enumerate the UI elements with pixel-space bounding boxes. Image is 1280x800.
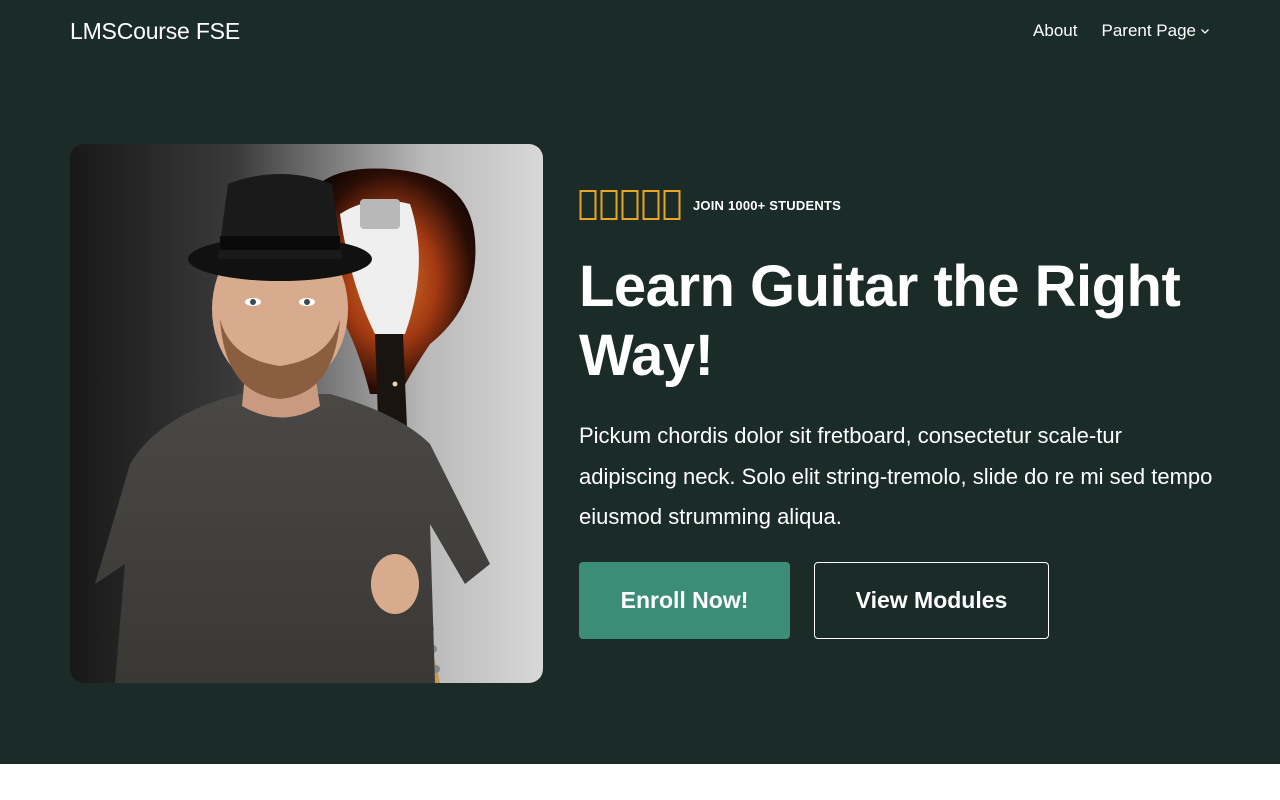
site-title[interactable]: LMSCourse FSE — [70, 15, 240, 47]
hero-image — [70, 144, 543, 683]
view-modules-button[interactable]: View Modules — [814, 562, 1049, 639]
main-nav: About Parent Page — [1033, 19, 1210, 43]
star-icon — [663, 190, 681, 220]
star-icon — [642, 190, 660, 220]
star-rating — [579, 189, 681, 221]
nav-item-parent-page[interactable]: Parent Page — [1101, 19, 1210, 43]
guitarist-photo — [70, 144, 543, 683]
chevron-down-icon[interactable] — [1200, 26, 1210, 36]
hero-headline: Learn Guitar the Right Way! — [579, 254, 1181, 388]
rating-row: JOIN 1000+ STUDENTS — [579, 189, 841, 221]
nav-item-parent-page-label[interactable]: Parent Page — [1101, 19, 1196, 43]
nav-item-about[interactable]: About — [1033, 19, 1077, 43]
star-icon — [600, 190, 618, 220]
star-icon — [621, 190, 639, 220]
students-badge: JOIN 1000+ STUDENTS — [693, 197, 841, 213]
star-icon — [579, 190, 597, 220]
enroll-now-button[interactable]: Enroll Now! — [579, 562, 790, 639]
hero-section: LMSCourse FSE About Parent Page JOIN 100… — [0, 0, 1280, 764]
hero-description: Pickum chordis dolor sit fretboard, cons… — [579, 423, 1213, 529]
